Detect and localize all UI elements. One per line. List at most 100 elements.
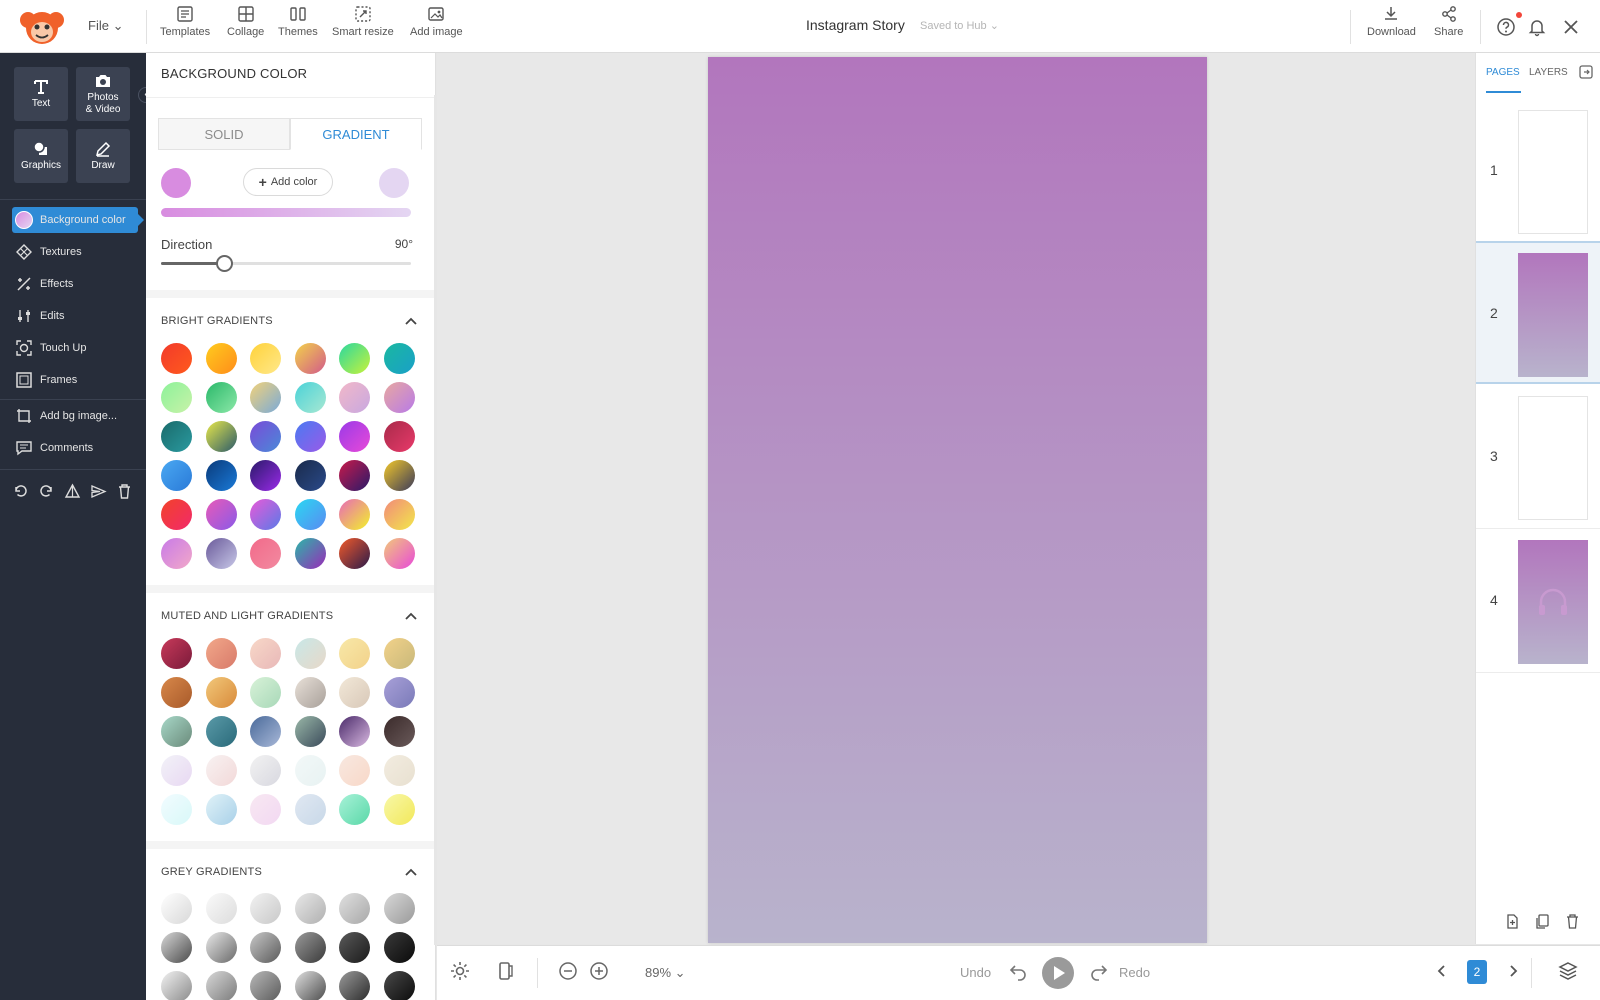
gradient-swatch[interactable] — [250, 794, 281, 825]
gradient-swatch[interactable] — [294, 538, 326, 569]
gradient-swatch[interactable] — [250, 499, 281, 530]
chevron-up-icon[interactable] — [405, 317, 417, 325]
gradient-swatch[interactable] — [205, 638, 237, 669]
gradient-swatch[interactable] — [161, 794, 192, 825]
nav-effects[interactable]: Effects — [12, 271, 138, 297]
redo-icon[interactable] — [38, 483, 55, 500]
gradient-swatch[interactable] — [205, 932, 237, 963]
settings-gear-icon[interactable] — [449, 960, 471, 982]
bell-icon[interactable] — [1527, 17, 1547, 37]
gradient-swatch[interactable] — [250, 755, 281, 786]
gradient-swatch[interactable] — [294, 716, 326, 747]
gradient-swatch[interactable] — [205, 499, 237, 530]
share-button[interactable]: Share — [1434, 4, 1463, 38]
gradient-swatch[interactable] — [294, 638, 326, 669]
gradient-swatch[interactable] — [339, 538, 370, 569]
gradient-swatch[interactable] — [294, 343, 326, 374]
undo-arrow-icon[interactable] — [1007, 960, 1029, 982]
gradient-swatch[interactable] — [383, 932, 415, 963]
gradient-swatch[interactable] — [161, 893, 192, 924]
previous-page-icon[interactable] — [1431, 960, 1453, 982]
gradient-swatch[interactable] — [383, 382, 415, 413]
gradient-end-color[interactable] — [379, 168, 409, 198]
gradient-swatch[interactable] — [339, 343, 370, 374]
gradient-swatch[interactable] — [339, 794, 370, 825]
add-page-icon[interactable] — [1504, 913, 1521, 930]
gradient-swatch[interactable] — [161, 677, 192, 708]
gradient-swatch[interactable] — [383, 677, 415, 708]
next-page-icon[interactable] — [1502, 960, 1524, 982]
gradient-swatch[interactable] — [383, 755, 415, 786]
gradient-swatch[interactable] — [250, 638, 281, 669]
gradient-swatch[interactable] — [161, 638, 192, 669]
trash-icon[interactable] — [116, 483, 133, 500]
page-thumbnail-1[interactable]: 1 — [1476, 100, 1600, 243]
nav-comments[interactable]: Comments — [12, 435, 138, 461]
gradient-swatch[interactable] — [205, 755, 237, 786]
gradient-swatch[interactable] — [383, 971, 415, 1000]
gradient-swatch[interactable] — [383, 499, 415, 530]
direction-slider[interactable] — [161, 255, 411, 272]
file-menu[interactable]: File ⌄ — [88, 18, 123, 34]
gradient-swatch[interactable] — [205, 971, 237, 1000]
add-image-button[interactable]: Add image — [410, 4, 463, 38]
undo-label[interactable]: Undo — [960, 965, 991, 980]
gradient-swatch[interactable] — [161, 755, 192, 786]
smart-resize-button[interactable]: Smart resize — [332, 4, 394, 38]
gradient-swatch[interactable] — [250, 677, 281, 708]
gradient-swatch[interactable] — [250, 382, 281, 413]
gradient-swatch[interactable] — [339, 971, 370, 1000]
gradient-swatch[interactable] — [294, 677, 326, 708]
gradient-swatch[interactable] — [339, 460, 370, 491]
nav-frames[interactable]: Frames — [12, 367, 138, 393]
zoom-in-icon[interactable] — [588, 960, 610, 982]
gradient-swatch[interactable] — [250, 538, 281, 569]
gradient-start-color[interactable] — [161, 168, 191, 198]
page-thumbnail-2[interactable]: 2 — [1476, 241, 1600, 384]
direction-slider-handle[interactable] — [215, 255, 233, 272]
document-title[interactable]: Instagram Story — [806, 17, 905, 33]
tab-solid[interactable]: SOLID — [158, 118, 290, 150]
gradient-swatch[interactable] — [161, 538, 192, 569]
page-thumbnail-4[interactable]: 4 — [1476, 530, 1600, 673]
gradient-swatch[interactable] — [383, 794, 415, 825]
photos-video-button[interactable]: Photos & Video — [76, 67, 130, 121]
play-preview-button[interactable] — [1042, 957, 1074, 989]
gradient-swatch[interactable] — [250, 893, 281, 924]
gradient-swatch[interactable] — [161, 421, 192, 452]
gradient-swatch[interactable] — [205, 382, 237, 413]
text-button[interactable]: Text — [14, 67, 68, 121]
design-canvas[interactable] — [708, 57, 1207, 943]
gradient-swatch[interactable] — [161, 382, 192, 413]
gradient-swatch[interactable] — [205, 343, 237, 374]
gradient-swatch[interactable] — [294, 893, 326, 924]
help-icon[interactable] — [1496, 17, 1516, 37]
flip-icon[interactable] — [64, 483, 81, 500]
gradient-swatch[interactable] — [250, 421, 281, 452]
gradient-swatch[interactable] — [294, 971, 326, 1000]
gradient-swatch[interactable] — [294, 932, 326, 963]
gradient-swatch[interactable] — [383, 893, 415, 924]
tab-gradient[interactable]: GRADIENT — [290, 118, 422, 150]
download-button[interactable]: Download — [1367, 4, 1416, 38]
delete-page-icon[interactable] — [1564, 913, 1581, 930]
nav-textures[interactable]: Textures — [12, 239, 138, 265]
nav-edits[interactable]: Edits — [12, 303, 138, 329]
gradient-swatch[interactable] — [383, 716, 415, 747]
gradient-swatch[interactable] — [161, 343, 192, 374]
gradient-swatch[interactable] — [205, 677, 237, 708]
close-icon[interactable] — [1561, 17, 1581, 37]
gradient-swatch[interactable] — [250, 460, 281, 491]
gradient-swatch[interactable] — [294, 421, 326, 452]
gradient-swatch[interactable] — [383, 421, 415, 452]
collage-button[interactable]: Collage — [227, 4, 264, 38]
chevron-up-icon[interactable] — [405, 612, 417, 620]
gradient-swatch[interactable] — [294, 382, 326, 413]
gradient-swatch[interactable] — [205, 538, 237, 569]
gradient-swatch[interactable] — [339, 382, 370, 413]
tab-layers[interactable]: LAYERS — [1529, 67, 1568, 78]
redo-label[interactable]: Redo — [1119, 965, 1150, 980]
app-logo[interactable] — [12, 6, 68, 46]
add-color-button[interactable]: + Add color — [243, 168, 333, 196]
gradient-swatch[interactable] — [294, 794, 326, 825]
